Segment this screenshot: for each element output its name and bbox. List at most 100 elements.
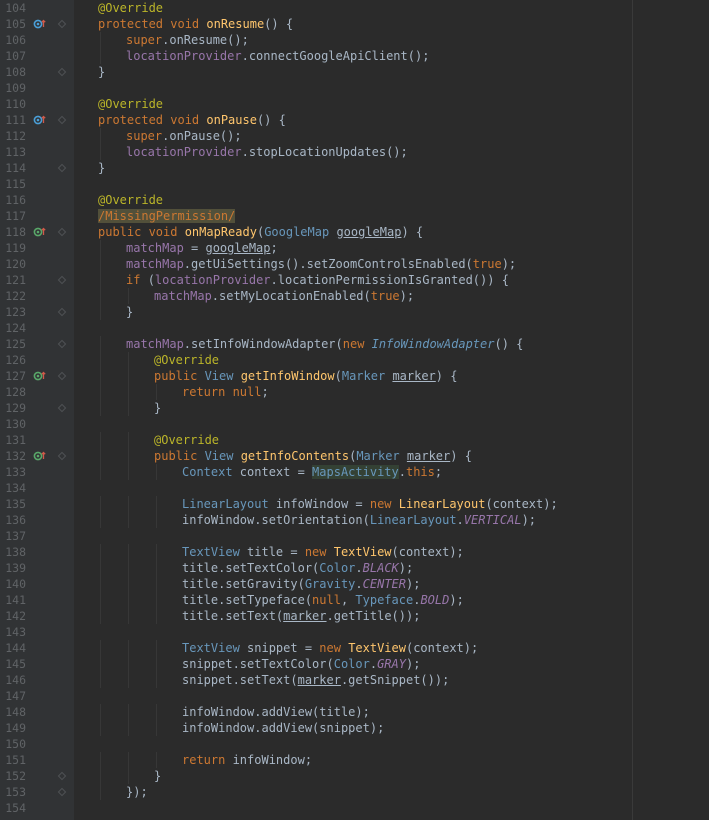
code-line[interactable]: 105 protected void onResume() { — [0, 16, 709, 32]
code-line[interactable]: 126 @Override — [0, 352, 709, 368]
fold-marker-icon[interactable] — [57, 787, 67, 797]
code-line[interactable]: 149 infoWindow.addView(snippet); — [0, 720, 709, 736]
line-number[interactable]: 152 — [0, 768, 26, 784]
fold-marker-icon[interactable] — [57, 307, 67, 317]
line-number[interactable]: 111 — [0, 112, 26, 128]
line-number[interactable]: 130 — [0, 416, 26, 432]
code-line[interactable]: 112 super.onPause(); — [0, 128, 709, 144]
line-number[interactable]: 126 — [0, 352, 26, 368]
code-line[interactable]: 146 snippet.setText(marker.getSnippet()); — [0, 672, 709, 688]
code-line[interactable]: 144 TextView snippet = new TextView(conte… — [0, 640, 709, 656]
code-line[interactable]: 107 locationProvider.connectGoogleApiClie… — [0, 48, 709, 64]
code-lines[interactable]: 104 @Override 105 protected void onResume()… — [0, 0, 709, 816]
line-number[interactable]: 134 — [0, 480, 26, 496]
code-line[interactable]: 153}); — [0, 784, 709, 800]
code-line[interactable]: 140 title.setGravity(Gravity.CENTER); — [0, 576, 709, 592]
code-line[interactable]: 118 public void onMapReady(GoogleMap goog… — [0, 224, 709, 240]
code-line[interactable]: 128 return null; — [0, 384, 709, 400]
line-number[interactable]: 105 — [0, 16, 26, 32]
code-line[interactable]: 130 — [0, 416, 709, 432]
code-line[interactable]: 142 title.setText(marker.getTitle()); — [0, 608, 709, 624]
code-line[interactable]: 131 @Override — [0, 432, 709, 448]
line-number[interactable]: 104 — [0, 0, 26, 16]
code-line[interactable]: 119 matchMap = googleMap; — [0, 240, 709, 256]
line-number[interactable]: 128 — [0, 384, 26, 400]
line-number[interactable]: 135 — [0, 496, 26, 512]
code-line[interactable]: 125 matchMap.setInfoWindowAdapter(new Inf… — [0, 336, 709, 352]
line-number[interactable]: 120 — [0, 256, 26, 272]
code-line[interactable]: 109 — [0, 80, 709, 96]
code-editor[interactable]: 104 @Override 105 protected void onResume()… — [0, 0, 709, 820]
fold-marker-icon[interactable] — [57, 403, 67, 413]
code-line[interactable]: 124 — [0, 320, 709, 336]
line-number[interactable]: 154 — [0, 800, 26, 816]
line-number[interactable]: 125 — [0, 336, 26, 352]
code-line[interactable]: 139 title.setTextColor(Color.BLACK); — [0, 560, 709, 576]
line-number[interactable]: 150 — [0, 736, 26, 752]
code-line[interactable]: 110 @Override — [0, 96, 709, 112]
fold-marker-icon[interactable] — [57, 339, 67, 349]
line-number[interactable]: 106 — [0, 32, 26, 48]
fold-marker-icon[interactable] — [57, 115, 67, 125]
code-line[interactable]: 138 TextView title = new TextView(context… — [0, 544, 709, 560]
code-line[interactable]: 129} — [0, 400, 709, 416]
override-method-icon[interactable] — [33, 18, 47, 30]
line-number[interactable]: 138 — [0, 544, 26, 560]
code-line[interactable]: 150 — [0, 736, 709, 752]
fold-marker-icon[interactable] — [57, 275, 67, 285]
line-number[interactable]: 153 — [0, 784, 26, 800]
line-number[interactable]: 124 — [0, 320, 26, 336]
code-line[interactable]: 122 matchMap.setMyLocationEnabled(true); — [0, 288, 709, 304]
code-line[interactable]: 154 — [0, 800, 709, 816]
code-line[interactable]: 123} — [0, 304, 709, 320]
code-line[interactable]: 132 public View getInfoContents(Marker ma… — [0, 448, 709, 464]
implement-method-icon[interactable] — [33, 370, 47, 382]
line-number[interactable]: 110 — [0, 96, 26, 112]
line-number[interactable]: 132 — [0, 448, 26, 464]
code-line[interactable]: 135 LinearLayout infoWindow = new LinearL… — [0, 496, 709, 512]
fold-marker-icon[interactable] — [57, 67, 67, 77]
code-line[interactable]: 151 return infoWindow; — [0, 752, 709, 768]
line-number[interactable]: 116 — [0, 192, 26, 208]
fold-marker-icon[interactable] — [57, 771, 67, 781]
line-number[interactable]: 151 — [0, 752, 26, 768]
fold-marker-icon[interactable] — [57, 19, 67, 29]
code-line[interactable]: 113 locationProvider.stopLocationUpdates(… — [0, 144, 709, 160]
fold-marker-icon[interactable] — [57, 451, 67, 461]
code-line[interactable]: 120 matchMap.getUiSettings().setZoomContr… — [0, 256, 709, 272]
line-number[interactable]: 122 — [0, 288, 26, 304]
line-number[interactable]: 148 — [0, 704, 26, 720]
implement-method-icon[interactable] — [33, 226, 47, 238]
line-number[interactable]: 145 — [0, 656, 26, 672]
code-line[interactable]: 127 public View getInfoWindow(Marker mark… — [0, 368, 709, 384]
code-line[interactable]: 115 — [0, 176, 709, 192]
code-line[interactable]: 143 — [0, 624, 709, 640]
implement-method-icon[interactable] — [33, 450, 47, 462]
code-line[interactable]: 104 @Override — [0, 0, 709, 16]
line-number[interactable]: 147 — [0, 688, 26, 704]
line-number[interactable]: 142 — [0, 608, 26, 624]
line-number[interactable]: 107 — [0, 48, 26, 64]
line-number[interactable]: 131 — [0, 432, 26, 448]
line-number[interactable]: 127 — [0, 368, 26, 384]
code-line[interactable]: 145 snippet.setTextColor(Color.GRAY); — [0, 656, 709, 672]
code-line[interactable]: 136 infoWindow.setOrientation(LinearLayou… — [0, 512, 709, 528]
line-number[interactable]: 115 — [0, 176, 26, 192]
line-number[interactable]: 140 — [0, 576, 26, 592]
line-number[interactable]: 136 — [0, 512, 26, 528]
line-number[interactable]: 121 — [0, 272, 26, 288]
fold-marker-icon[interactable] — [57, 227, 67, 237]
line-number[interactable]: 123 — [0, 304, 26, 320]
code-line[interactable]: 152} — [0, 768, 709, 784]
line-number[interactable]: 149 — [0, 720, 26, 736]
line-number[interactable]: 114 — [0, 160, 26, 176]
code-line[interactable]: 117/MissingPermission/ — [0, 208, 709, 224]
code-line[interactable]: 148 infoWindow.addView(title); — [0, 704, 709, 720]
code-line[interactable]: 111 protected void onPause() { — [0, 112, 709, 128]
line-number[interactable]: 119 — [0, 240, 26, 256]
line-number[interactable]: 112 — [0, 128, 26, 144]
line-number[interactable]: 118 — [0, 224, 26, 240]
line-number[interactable]: 108 — [0, 64, 26, 80]
code-line[interactable]: 114} — [0, 160, 709, 176]
line-number[interactable]: 141 — [0, 592, 26, 608]
